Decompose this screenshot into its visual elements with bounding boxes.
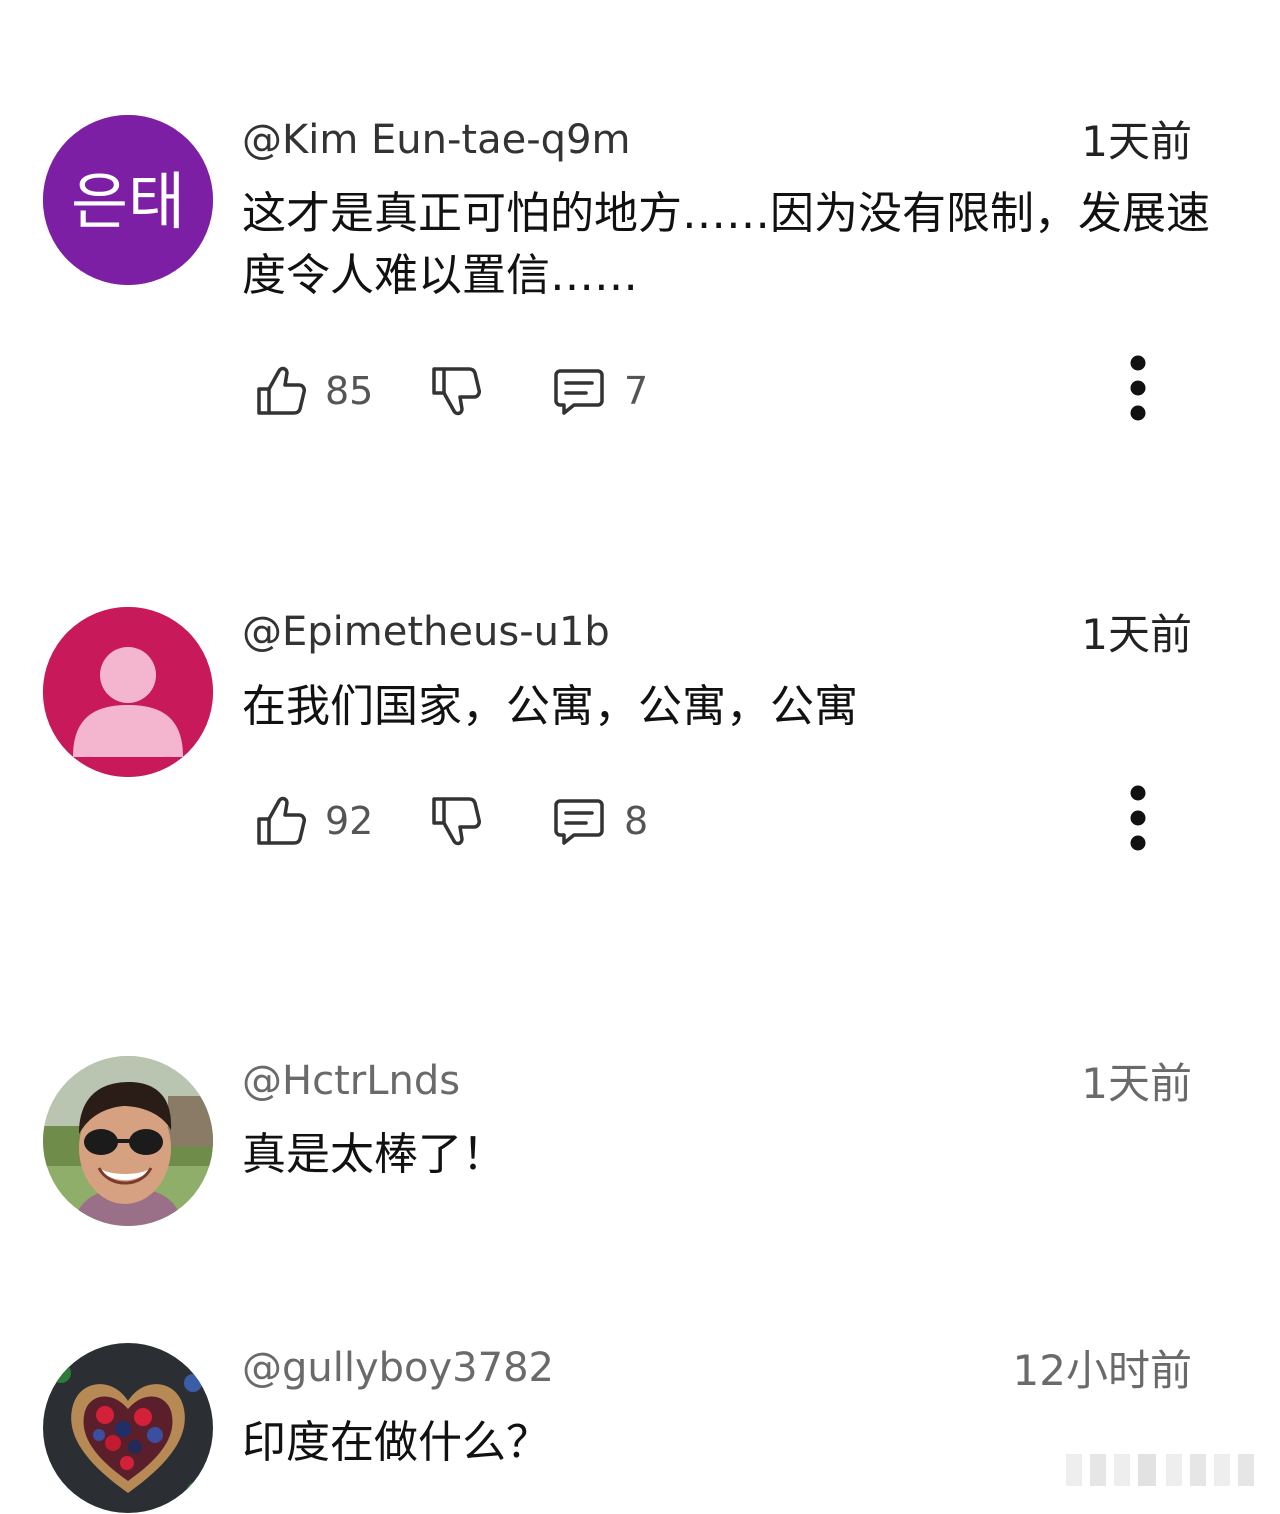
reply-button[interactable]: 7: [552, 361, 648, 421]
like-button[interactable]: 85: [255, 361, 373, 421]
man-sunglasses-photo-icon: [43, 1056, 213, 1226]
comment-text: 这才是真正可怕的地方……因为没有限制，发展速度令人难以置信……: [242, 188, 1210, 301]
watermark-icon: [1066, 1454, 1254, 1486]
reply-button[interactable]: 8: [552, 791, 648, 851]
thumbs-down-icon: [432, 797, 481, 846]
avatar-initials: 은태: [43, 115, 213, 285]
dislike-button[interactable]: [430, 791, 482, 851]
comment-author[interactable]: @Kim Eun-tae-q9m: [242, 116, 630, 164]
like-button[interactable]: 92: [255, 791, 373, 851]
avatar[interactable]: [43, 607, 213, 777]
berries-heart-photo-icon: [43, 1343, 213, 1513]
thumbs-up-icon: [257, 366, 306, 415]
more-options-button[interactable]: [1121, 783, 1155, 859]
reply-count: 7: [624, 369, 649, 413]
comment-bubble-icon: [554, 369, 604, 415]
comment-text: 真是太棒了！: [242, 1129, 506, 1180]
comment-timestamp: 1天前: [1081, 610, 1192, 659]
comment-author[interactable]: @HctrLnds: [242, 1057, 460, 1105]
vertical-ellipsis-icon: [1130, 785, 1146, 851]
more-options-button[interactable]: [1121, 353, 1155, 429]
avatar[interactable]: 은태: [43, 115, 213, 285]
avatar[interactable]: [43, 1343, 213, 1513]
like-count: 85: [325, 369, 374, 413]
thumbs-up-icon: [257, 796, 306, 845]
comment-actions: 92 8: [255, 785, 1215, 851]
comment-author[interactable]: @gullyboy3782: [242, 1344, 554, 1392]
avatar[interactable]: [43, 1056, 213, 1226]
comment-timestamp: 1天前: [1081, 117, 1192, 166]
reply-count: 8: [624, 799, 649, 843]
comment-timestamp: 12小时前: [1012, 1346, 1192, 1395]
svg-text:은태: 은태: [71, 165, 185, 238]
watermark-logo: [1066, 1450, 1256, 1490]
dislike-button[interactable]: [430, 361, 482, 421]
comment-actions: 85 7: [255, 355, 1215, 421]
comment-bubble-icon: [554, 799, 604, 845]
like-count: 92: [325, 799, 374, 843]
comment-author[interactable]: @Epimetheus-u1b: [242, 608, 610, 656]
default-person-icon: [43, 607, 213, 777]
vertical-ellipsis-icon: [1130, 355, 1146, 421]
thumbs-down-icon: [432, 367, 481, 416]
comment-timestamp: 1天前: [1081, 1059, 1192, 1108]
comment-text: 在我们国家，公寓，公寓，公寓: [242, 681, 858, 732]
